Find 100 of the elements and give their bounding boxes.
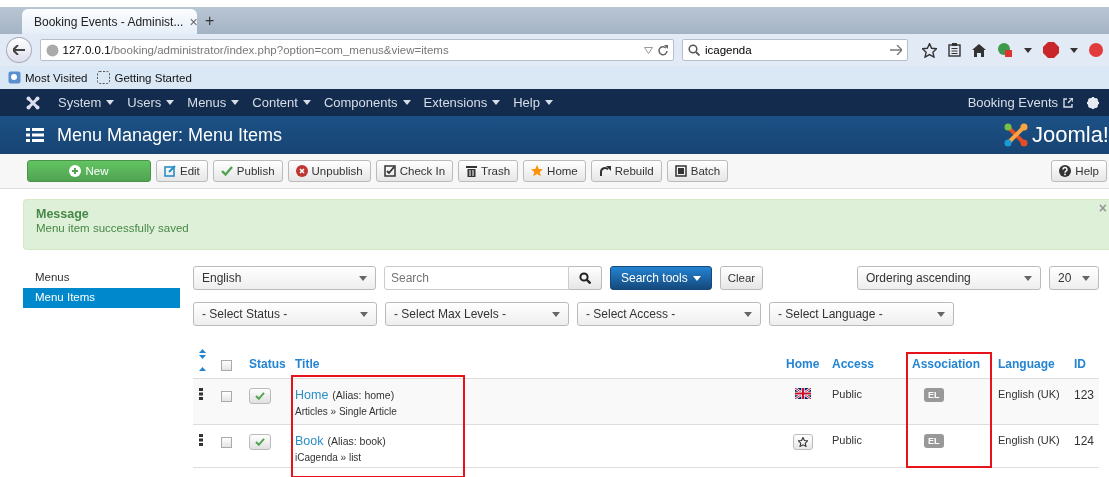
checkbox-icon: [383, 165, 396, 177]
row-checkbox[interactable]: [221, 391, 232, 402]
search-tools-button[interactable]: Search tools: [610, 266, 712, 290]
menu-item[interactable]: Help: [513, 95, 553, 110]
menu-item[interactable]: Components: [323, 95, 411, 110]
sidebar-item[interactable]: Menus: [23, 268, 180, 288]
star-icon[interactable]: [922, 42, 937, 58]
column-header[interactable]: Title: [295, 357, 320, 371]
help-button[interactable]: Help: [1051, 160, 1107, 182]
sort-icon[interactable]: [199, 349, 206, 371]
plus-circle-icon: [69, 165, 82, 177]
menu-item[interactable]: Extensions: [423, 95, 501, 110]
back-button[interactable]: [6, 37, 32, 63]
toolbar-button[interactable]: Batch: [666, 160, 729, 182]
bookmark-link[interactable]: Getting Started: [97, 71, 192, 84]
limit-select[interactable]: 20: [1049, 266, 1099, 290]
toolbar-button[interactable]: Publish: [212, 160, 283, 182]
filter-select[interactable]: - Select Max Levels -: [385, 302, 569, 326]
alias-text: (Alias: home): [332, 389, 395, 401]
star-icon: [531, 165, 544, 177]
search-icon: [688, 44, 700, 56]
column-header[interactable]: Association: [912, 357, 980, 371]
dropdown-icon[interactable]: [1070, 47, 1078, 53]
search-field[interactable]: Search: [384, 266, 569, 290]
toolbar-button[interactable]: Unpublish: [287, 160, 371, 182]
external-link-icon: [1063, 97, 1073, 108]
reading-list-icon[interactable]: [948, 43, 961, 57]
new-tab-button[interactable]: +: [205, 12, 215, 34]
toolbar-button[interactable]: Edit: [156, 160, 208, 182]
toolbar-button[interactable]: Trash: [458, 160, 519, 182]
caret-icon: [402, 100, 411, 105]
clear-button[interactable]: Clear: [719, 266, 764, 290]
caret-icon: [544, 100, 553, 105]
filter-select[interactable]: - Select Status -: [193, 302, 377, 326]
uk-flag-icon: [795, 388, 811, 399]
caret-icon: [231, 100, 240, 105]
joomla-logo-icon[interactable]: [26, 95, 40, 110]
address-bar[interactable]: 127.0.0.1/booking/administrator/index.php?option=com_menus&view=items: [39, 39, 674, 61]
trash-icon: [466, 165, 478, 177]
caret-icon: [492, 100, 501, 105]
caret-icon: [1082, 275, 1090, 281]
caret-icon: [1024, 275, 1032, 281]
square-icon: [674, 165, 687, 177]
select-all-checkbox[interactable]: [221, 360, 232, 371]
column-header[interactable]: Home: [786, 357, 820, 371]
stop-sign-icon[interactable]: [1043, 42, 1059, 58]
menu-item[interactable]: Users: [127, 95, 175, 110]
language-text: English (UK): [998, 434, 1060, 446]
menu-select[interactable]: English: [193, 266, 376, 290]
bookmark-link[interactable]: Most Visited: [8, 71, 88, 84]
site-link[interactable]: Booking Events: [967, 95, 1073, 110]
message-text: Menu item successfully saved: [36, 222, 190, 234]
column-header[interactable]: Status: [249, 357, 286, 371]
page-title: Menu Manager: Menu Items: [57, 124, 284, 146]
edit-icon: [164, 165, 176, 177]
column-header[interactable]: Language: [998, 357, 1055, 371]
search-icon: [579, 272, 591, 284]
home-icon[interactable]: [972, 43, 986, 57]
tab-close-button[interactable]: ×: [189, 13, 198, 30]
message-heading: Message: [36, 207, 90, 221]
drag-handle-icon[interactable]: [199, 388, 203, 400]
toolbar-button[interactable]: Check In: [375, 160, 454, 182]
set-home-button[interactable]: [793, 434, 813, 450]
filter-select[interactable]: - Select Language -: [769, 302, 954, 326]
title-link[interactable]: Home: [295, 388, 329, 402]
id-text: 123: [1074, 388, 1095, 402]
browser-search-field[interactable]: icagenda: [682, 39, 908, 61]
status-toggle-button[interactable]: [249, 434, 271, 450]
access-text: Public: [832, 434, 862, 446]
id-text: 124: [1074, 434, 1095, 448]
row-checkbox[interactable]: [221, 437, 232, 448]
menu-item[interactable]: System: [58, 95, 115, 110]
dropdown-icon[interactable]: [1024, 47, 1032, 53]
menu-item[interactable]: Content: [252, 95, 311, 110]
ordering-select[interactable]: Ordering ascending: [857, 266, 1041, 290]
menu-type-text: Articles » Single Article: [295, 406, 397, 417]
alias-text: (Alias: book): [327, 435, 386, 447]
settings-icon[interactable]: [1087, 96, 1099, 109]
title-link[interactable]: Book: [295, 434, 324, 448]
caret-icon: [692, 275, 701, 281]
search-button[interactable]: [569, 266, 602, 290]
column-header[interactable]: ID: [1074, 357, 1086, 371]
status-toggle-button[interactable]: [249, 388, 271, 404]
browser-tab[interactable]: Booking Events - Administ... ×: [22, 9, 197, 34]
question-circle-icon: [1059, 165, 1072, 177]
language-text: English (UK): [998, 388, 1060, 400]
caret-icon: [302, 100, 311, 105]
menu-item[interactable]: Menus: [187, 95, 240, 110]
caret-icon: [166, 100, 175, 105]
caret-icon: [937, 311, 945, 317]
check-icon: [220, 166, 233, 176]
back-arrow-icon: [12, 45, 25, 55]
toolbar-button[interactable]: Home: [523, 160, 586, 182]
sidebar-item[interactable]: Menu Items: [23, 288, 180, 308]
toolbar-button[interactable]: Rebuild: [590, 160, 662, 182]
cross-circle-icon: [295, 165, 308, 177]
filter-select[interactable]: - Select Access -: [577, 302, 761, 326]
drag-handle-icon[interactable]: [199, 434, 203, 446]
column-header[interactable]: Access: [832, 357, 875, 371]
circle-icon[interactable]: [1089, 43, 1103, 57]
